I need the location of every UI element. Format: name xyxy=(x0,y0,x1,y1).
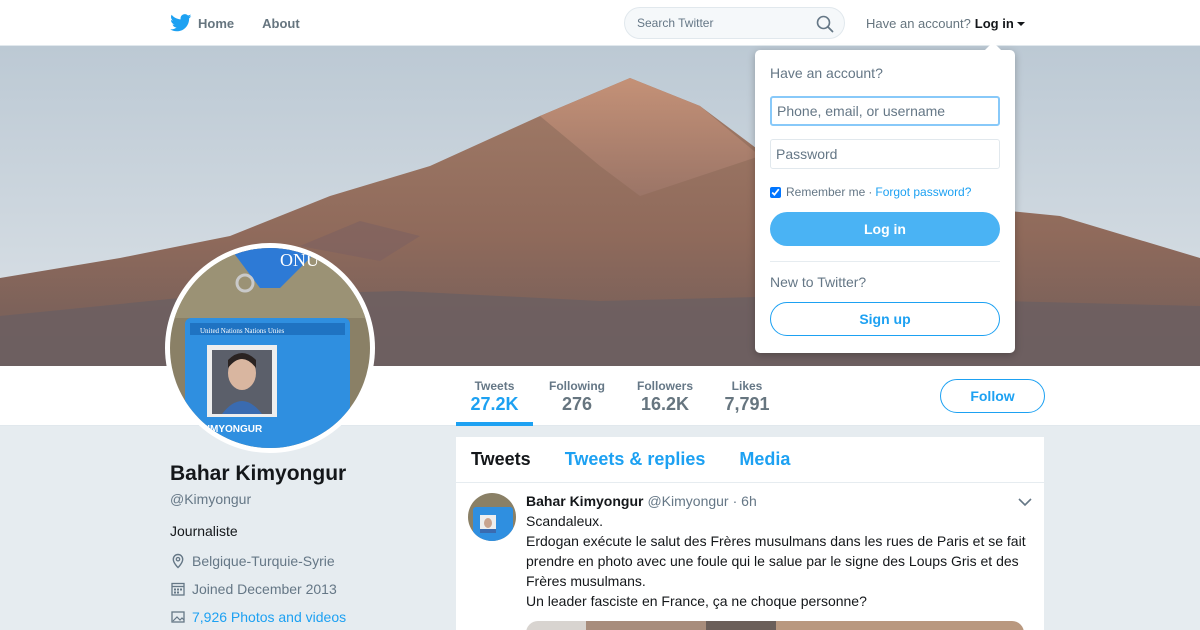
photo-icon xyxy=(171,611,185,623)
timeline: Tweets Tweets & replies Media Bahar Kimy… xyxy=(456,437,1044,630)
photos-text: 7,926 Photos and videos xyxy=(192,609,347,625)
nav-about[interactable]: About xyxy=(262,16,300,31)
profile-name[interactable]: Bahar Kimyongur xyxy=(170,462,440,486)
profile-handle[interactable]: @Kimyongur xyxy=(170,491,440,507)
stat-value: 276 xyxy=(561,394,593,414)
dropdown-title: Have an account? xyxy=(770,65,883,81)
badge-name-text: KIMYONGUR xyxy=(200,424,263,435)
stat-tweets[interactable]: Tweets 27.2K xyxy=(456,366,533,426)
tweet-text: Scandaleux. Erdogan exécute le salut des… xyxy=(526,511,1036,611)
follow-button[interactable]: Follow xyxy=(940,379,1045,413)
profile-location: Belgique-Turquie-Syrie xyxy=(170,553,440,569)
have-account-text: Have an account? xyxy=(866,16,971,31)
dropdown-arrow xyxy=(985,42,1001,50)
remember-row: Remember me · Forgot password? xyxy=(770,185,1000,199)
profile-joined: Joined December 2013 xyxy=(170,581,440,597)
profile-bio: Journaliste xyxy=(170,523,238,539)
top-navigation-bar: Home About Have an account? Log in xyxy=(0,0,1200,46)
caret-down-icon[interactable] xyxy=(1016,21,1025,26)
forgot-password-link[interactable]: Forgot password? xyxy=(875,185,971,199)
tweet-media[interactable] xyxy=(526,621,1024,630)
profile-avatar[interactable]: ONU United Nations Nations Unies KIMYONG… xyxy=(165,243,375,453)
search-icon[interactable] xyxy=(816,15,834,33)
tab-media[interactable]: Media xyxy=(739,449,790,470)
search-input[interactable] xyxy=(625,8,805,38)
login-button[interactable]: Log in xyxy=(770,212,1000,246)
home-label: Home xyxy=(198,15,235,31)
separator-dot: · xyxy=(868,185,873,199)
stat-label: Followers xyxy=(636,379,693,393)
signup-button[interactable]: Sign up xyxy=(770,302,1000,336)
new-to-twitter-text: New to Twitter? xyxy=(770,274,867,290)
lanyard-text: ONU xyxy=(280,250,319,270)
login-link[interactable]: Log in xyxy=(975,16,1014,31)
stat-label: Likes xyxy=(731,379,763,393)
about-label: About xyxy=(262,15,300,31)
profile-photos-link[interactable]: 7,926 Photos and videos xyxy=(170,609,440,625)
tweet-author-handle[interactable]: @Kimyongur xyxy=(647,493,728,509)
stat-value: 16.2K xyxy=(640,394,690,414)
stat-label: Tweets xyxy=(474,379,515,393)
chevron-down-icon[interactable] xyxy=(1018,497,1032,507)
stat-value: 27.2K xyxy=(470,394,519,414)
location-pin-icon xyxy=(172,553,184,569)
tweet[interactable]: Bahar Kimyongur @Kimyongur · 6h Scandale… xyxy=(456,483,1044,630)
dropdown-divider xyxy=(770,261,1000,262)
calendar-icon xyxy=(171,582,185,596)
nav-home[interactable]: Home xyxy=(170,14,234,32)
stat-value: 7,791 xyxy=(724,394,770,414)
tweet-author-name[interactable]: Bahar Kimyongur xyxy=(526,493,643,509)
joined-text: Joined December 2013 xyxy=(192,581,337,597)
tweet-line: Un leader fasciste en France, ça ne choq… xyxy=(526,593,867,609)
have-account-menu: Have an account? Log in xyxy=(866,16,1025,31)
tweet-header: Bahar Kimyongur @Kimyongur · 6h xyxy=(526,493,1029,509)
badge-header-text: United Nations Nations Unies xyxy=(200,327,284,335)
tweet-timestamp[interactable]: · 6h xyxy=(733,493,757,509)
tab-tweets[interactable]: Tweets xyxy=(471,449,531,470)
remember-checkbox[interactable] xyxy=(770,186,781,198)
username-field[interactable] xyxy=(770,96,1000,126)
tweet-avatar-photo xyxy=(468,493,516,541)
tweet-line: Erdogan exécute le salut des Frères musu… xyxy=(526,533,1026,589)
password-field[interactable] xyxy=(770,139,1000,169)
timeline-tabs: Tweets Tweets & replies Media xyxy=(456,437,1044,483)
profile-card: Bahar Kimyongur @Kimyongur Journaliste B… xyxy=(170,462,440,625)
stat-label: Following xyxy=(549,379,605,393)
stat-likes[interactable]: Likes 7,791 xyxy=(720,366,774,426)
stat-following[interactable]: Following 276 xyxy=(544,366,610,426)
tweet-avatar[interactable] xyxy=(468,493,516,541)
stat-followers[interactable]: Followers 16.2K xyxy=(632,366,698,426)
search-box xyxy=(624,7,845,39)
avatar-photo: ONU United Nations Nations Unies KIMYONG… xyxy=(170,248,370,448)
tweet-line: Scandaleux. xyxy=(526,513,604,529)
login-dropdown: Have an account? Remember me · Forgot pa… xyxy=(755,42,1015,353)
location-text: Belgique-Turquie-Syrie xyxy=(192,553,335,569)
remember-label[interactable]: Remember me xyxy=(786,185,865,199)
twitter-bird-icon xyxy=(170,14,192,32)
nav-left: Home About xyxy=(170,0,328,46)
tab-tweets-replies[interactable]: Tweets & replies xyxy=(565,449,706,470)
